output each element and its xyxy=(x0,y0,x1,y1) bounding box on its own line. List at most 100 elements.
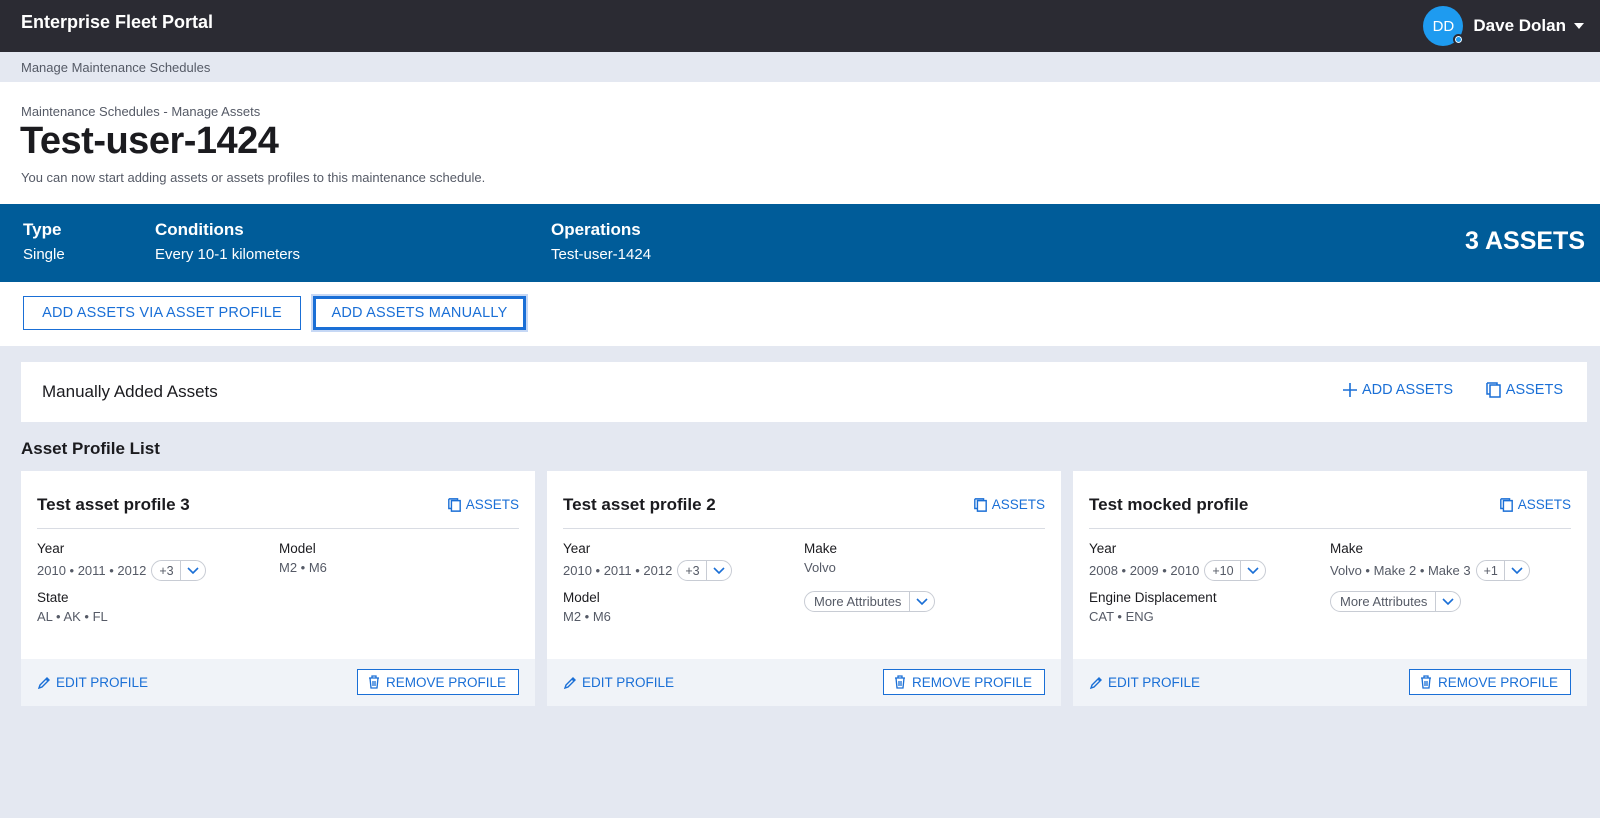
card-header: Test asset profile 3 ASSETS xyxy=(37,471,519,529)
edit-profile-link[interactable]: EDIT PROFILE xyxy=(563,675,674,690)
trash-icon xyxy=(1420,675,1431,689)
edit-profile-label: EDIT PROFILE xyxy=(1108,675,1201,690)
more-values-chip[interactable]: +10 xyxy=(1204,560,1266,581)
summary-conditions-label: Conditions xyxy=(155,220,244,239)
attribute-value-row: 2008 • 2009 • 2010 +10 xyxy=(1089,560,1266,581)
trash-icon xyxy=(368,675,379,689)
summary-type-value: Single xyxy=(23,246,65,263)
user-name[interactable]: Dave Dolan xyxy=(1473,16,1566,36)
app-title[interactable]: Enterprise Fleet Portal xyxy=(21,12,213,33)
assets-icon xyxy=(1499,497,1513,512)
card-header: Test asset profile 2 ASSETS xyxy=(563,471,1045,529)
avatar[interactable]: DD xyxy=(1423,6,1465,46)
attribute-label: Make xyxy=(1330,541,1364,556)
pencil-icon xyxy=(37,676,50,689)
remove-profile-button[interactable]: REMOVE PROFILE xyxy=(1408,669,1571,695)
card-assets-label: ASSETS xyxy=(465,497,519,512)
action-bar: ADD ASSETS VIA ASSET PROFILE ADD ASSETS … xyxy=(0,282,1600,346)
remove-profile-button[interactable]: REMOVE PROFILE xyxy=(356,669,519,695)
asset-profile-list-title: Asset Profile List xyxy=(21,439,160,458)
assets-icon xyxy=(1486,382,1501,398)
assets-icon xyxy=(447,497,461,512)
attribute-year: Year 2010 • 2011 • 2012 +3 xyxy=(563,541,732,581)
attribute-year: Year 2010 • 2011 • 2012 +3 xyxy=(37,541,206,581)
attribute-value: 2010 • 2011 • 2012 xyxy=(37,563,147,578)
summary-operations: Operations Test-user-1424 xyxy=(551,220,651,263)
more-values-chip[interactable]: +3 xyxy=(151,560,206,581)
pencil-icon xyxy=(1089,676,1102,689)
attribute-value: AL • AK • FL xyxy=(37,609,108,624)
more-count: +1 xyxy=(1477,561,1505,580)
edit-profile-label: EDIT PROFILE xyxy=(56,675,149,690)
chevron-down-icon[interactable] xyxy=(1505,561,1529,580)
more-count: +10 xyxy=(1205,561,1241,580)
card-title: Test asset profile 2 xyxy=(563,495,716,514)
edit-profile-link[interactable]: EDIT PROFILE xyxy=(37,675,148,690)
manual-assets-title: Manually Added Assets xyxy=(42,382,218,401)
add-assets-manually-button[interactable]: ADD ASSETS MANUALLY xyxy=(313,296,526,330)
chevron-down-icon[interactable] xyxy=(181,561,205,580)
attribute-model: Model M2 • M6 xyxy=(563,590,611,624)
status-dot-icon xyxy=(1453,34,1465,45)
add-assets-via-profile-button[interactable]: ADD ASSETS VIA ASSET PROFILE xyxy=(23,296,301,330)
attribute-value: M2 • M6 xyxy=(563,609,611,624)
more-values-chip[interactable]: +3 xyxy=(677,560,732,581)
attribute-label: Year xyxy=(37,541,65,556)
page-description: You can now start adding assets or asset… xyxy=(21,170,486,185)
chevron-down-icon[interactable] xyxy=(910,592,934,611)
assets-icon xyxy=(973,497,987,512)
attribute-value: CAT • ENG xyxy=(1089,609,1154,624)
attribute-label: Year xyxy=(563,541,591,556)
edit-profile-label: EDIT PROFILE xyxy=(582,675,675,690)
more-count: +3 xyxy=(152,561,181,580)
card-footer: EDIT PROFILE REMOVE PROFILE xyxy=(21,659,535,706)
card-assets-label: ASSETS xyxy=(1517,497,1571,512)
trash-icon xyxy=(894,675,905,689)
more-attributes-dropdown[interactable]: More Attributes xyxy=(804,591,936,612)
card-assets-link[interactable]: ASSETS xyxy=(1499,497,1571,512)
page-title: Test-user-1424 xyxy=(20,120,279,162)
chevron-down-icon[interactable] xyxy=(1436,592,1460,611)
attribute-value: M2 • M6 xyxy=(279,560,327,575)
user-menu[interactable]: DD Dave Dolan xyxy=(1423,4,1584,48)
attribute-engine-displacement: Engine Displacement CAT • ENG xyxy=(1089,590,1217,624)
card-assets-label: ASSETS xyxy=(991,497,1045,512)
more-attributes-label: More Attributes xyxy=(805,592,911,611)
attribute-label: Year xyxy=(1089,541,1117,556)
card-header: Test mocked profile ASSETS xyxy=(1089,471,1571,529)
more-attributes-dropdown[interactable]: More Attributes xyxy=(1330,591,1462,612)
remove-profile-label: REMOVE PROFILE xyxy=(385,674,506,690)
attribute-value: 2010 • 2011 • 2012 xyxy=(563,563,673,578)
attribute-state: State AL • AK • FL xyxy=(37,590,108,624)
caret-down-icon[interactable] xyxy=(1574,23,1584,29)
card-title: Test mocked profile xyxy=(1089,495,1249,514)
remove-profile-label: REMOVE PROFILE xyxy=(1437,674,1558,690)
card-title: Test asset profile 3 xyxy=(37,495,190,514)
chevron-down-icon[interactable] xyxy=(707,561,731,580)
more-values-chip[interactable]: +1 xyxy=(1475,560,1530,581)
summary-conditions-value: Every 10-1 kilometers xyxy=(155,246,301,263)
attribute-model: Model M2 • M6 xyxy=(279,541,327,575)
add-assets-link[interactable]: ADD ASSETS xyxy=(1342,382,1453,398)
summary-type-label: Type xyxy=(23,220,62,239)
avatar-initials: DD xyxy=(1432,17,1455,35)
card-assets-link[interactable]: ASSETS xyxy=(973,497,1045,512)
profile-card: Test mocked profile ASSETS Year 2008 • 2… xyxy=(1073,471,1587,706)
profile-card: Test asset profile 2 ASSETS Year 2010 • … xyxy=(547,471,1061,706)
edit-profile-link[interactable]: EDIT PROFILE xyxy=(1089,675,1200,690)
summary-type: Type Single xyxy=(23,220,65,263)
breadcrumb[interactable]: Manage Maintenance Schedules xyxy=(21,60,210,75)
manual-assets-label: ASSETS xyxy=(1505,382,1563,398)
remove-profile-button[interactable]: REMOVE PROFILE xyxy=(882,669,1045,695)
attribute-label: Model xyxy=(563,590,600,605)
attribute-label: State xyxy=(37,590,69,605)
card-assets-link[interactable]: ASSETS xyxy=(447,497,519,512)
chevron-down-icon[interactable] xyxy=(1241,561,1265,580)
schedule-summary-banner: Type Single Conditions Every 10-1 kilome… xyxy=(0,204,1600,282)
page-header: Maintenance Schedules - Manage Assets Te… xyxy=(0,82,1600,204)
manual-assets-link[interactable]: ASSETS xyxy=(1485,382,1563,398)
pencil-icon xyxy=(563,676,576,689)
asset-count: 3 ASSETS xyxy=(1465,227,1585,255)
profile-card: Test asset profile 3 ASSETS Year 2010 • … xyxy=(21,471,535,706)
attribute-value-row: 2010 • 2011 • 2012 +3 xyxy=(37,560,206,581)
